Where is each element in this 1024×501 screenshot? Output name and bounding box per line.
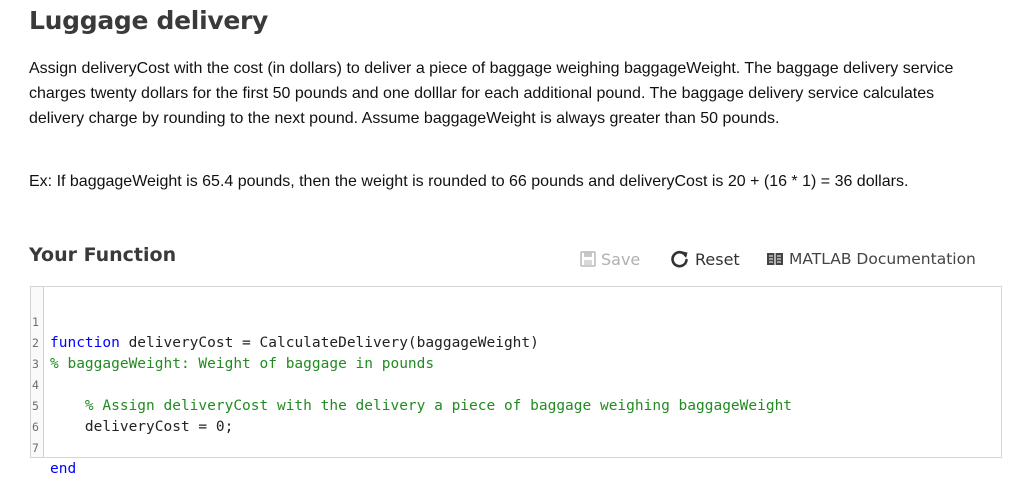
keyword: end bbox=[50, 461, 77, 477]
page-title: Luggage delivery bbox=[29, 6, 269, 35]
code-line[interactable]: 7 end bbox=[31, 417, 76, 477]
function-section-title: Your Function bbox=[29, 244, 177, 266]
problem-description: Assign deliveryCost with the cost (in do… bbox=[29, 56, 989, 131]
save-button[interactable]: Save bbox=[580, 246, 640, 272]
code-line[interactable]: 1 function deliveryCost = CalculateDeliv… bbox=[31, 291, 539, 351]
code-text: deliveryCost = CalculateDelivery(baggage… bbox=[119, 335, 539, 351]
matlab-documentation-label: MATLAB Documentation bbox=[789, 250, 976, 268]
book-icon bbox=[766, 251, 784, 267]
line-number: 7 bbox=[32, 441, 39, 455]
code-line[interactable]: 3 bbox=[31, 333, 66, 371]
code-comment: % Assign deliveryCost with the delivery … bbox=[84, 398, 793, 414]
floppy-disk-icon bbox=[580, 251, 596, 267]
code-comment: % baggageWeight: Weight of baggage in po… bbox=[50, 356, 435, 372]
code-line[interactable]: 6 bbox=[31, 396, 66, 434]
code-text: deliveryCost = 0; bbox=[50, 419, 234, 435]
code-line[interactable]: 5 deliveryCost = 0; bbox=[31, 375, 233, 435]
reset-button[interactable]: Reset bbox=[670, 246, 740, 272]
code-line[interactable]: 4 % Assign deliveryCost with the deliver… bbox=[31, 354, 792, 414]
code-line[interactable]: 2 % baggageWeight: Weight of baggage in … bbox=[31, 312, 434, 372]
reset-icon bbox=[670, 249, 690, 269]
matlab-documentation-link[interactable]: MATLAB Documentation bbox=[766, 246, 976, 272]
example-text: Ex: If baggageWeight is 65.4 pounds, the… bbox=[29, 173, 909, 190]
description-text: Assign deliveryCost with the cost (in do… bbox=[29, 60, 954, 127]
save-label: Save bbox=[601, 249, 641, 269]
reset-label: Reset bbox=[695, 249, 740, 269]
code-editor[interactable]: 1 function deliveryCost = CalculateDeliv… bbox=[30, 286, 1002, 477]
